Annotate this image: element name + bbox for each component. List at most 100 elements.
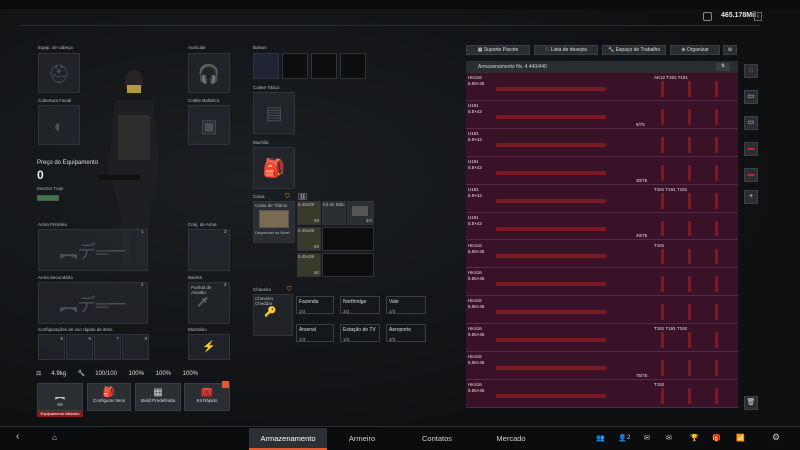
- key-slot-tv-station[interactable]: Estação de TV 1/3: [340, 324, 380, 342]
- showcase-button[interactable]: ⚡: [188, 334, 230, 360]
- trash-button[interactable]: 🗑: [744, 396, 758, 410]
- quick-slot-8[interactable]: 8: [122, 334, 149, 360]
- storage-row[interactable]: U191 5.8×42: [466, 129, 738, 157]
- rifle-icon: [496, 142, 606, 147]
- helmet-slot[interactable]: ⛑: [38, 53, 80, 93]
- bag-icon: 🎒: [102, 387, 116, 398]
- tab-armory[interactable]: Armeiro: [330, 428, 394, 450]
- tab-storage[interactable]: Armazenamento: [249, 428, 327, 450]
- storage-row[interactable]: HK416 5.56×45 AK12 T191 T191: [466, 73, 738, 101]
- keyring-shield-icon: ⛉: [287, 287, 292, 293]
- rifle-icon: [496, 170, 606, 175]
- storage-row[interactable]: U191 5.8×42 40/75: [466, 213, 738, 241]
- pocket-slot-1[interactable]: [253, 53, 279, 79]
- case-empty-slot-2[interactable]: [322, 253, 374, 277]
- back-icon[interactable]: ‹: [16, 431, 19, 442]
- weapon-set-slot[interactable]: [188, 229, 230, 271]
- storage-grid[interactable]: HK416 5.56×45 AK12 T191 T191 U191 5.8×42 9/75…: [466, 73, 738, 408]
- ammo-stack-2[interactable]: 5.45x39 60: [297, 227, 321, 251]
- titanium-case-slot[interactable]: Caixa de Titânio Disponível no Nível: [253, 201, 295, 243]
- backpack-slot[interactable]: 🎒: [253, 147, 295, 189]
- secondary-weapon-slot[interactable]: ︻デ═一: [38, 282, 148, 324]
- show-outfit-toggle[interactable]: [37, 195, 59, 201]
- container-button-1[interactable]: ▭: [744, 90, 758, 104]
- key-slot-northridge[interactable]: Northridge 3/3: [340, 296, 380, 314]
- storage-item-name: HK416: [468, 75, 482, 80]
- rifle-vertical-icon: [661, 360, 664, 377]
- key-slot-fazenda[interactable]: Fazenda 3/3: [296, 296, 334, 314]
- configure-items-button[interactable]: 🎒 Configurar Itens: [87, 383, 131, 411]
- case-image: [259, 210, 289, 228]
- tab-contacts[interactable]: Contatos: [402, 428, 472, 450]
- quick-config-label: Configurações de uso rápido de itens: [38, 327, 113, 332]
- ammo-stack-1[interactable]: 5.45x39 60: [297, 201, 321, 225]
- kit-status-badge: Equipamento faltando: [37, 411, 83, 417]
- key-slot-value: 1/3: [299, 337, 306, 342]
- storage-row[interactable]: HK416 5.56×45 75/75: [466, 352, 738, 381]
- broadcast-icon[interactable]: 📶: [736, 434, 745, 442]
- container-button-2[interactable]: ▭: [744, 116, 758, 130]
- hand-kit-item[interactable]: Kit de Mão: [322, 201, 346, 225]
- storage-row[interactable]: HK416 5.56×45 T191: [466, 241, 738, 269]
- key-slot-name: Fazenda: [299, 299, 319, 305]
- party-icon[interactable]: 👤: [618, 434, 627, 442]
- storage-row[interactable]: HK416 5.56×45: [466, 268, 738, 297]
- earpiece-slot[interactable]: 🎧: [188, 53, 230, 93]
- home-storage-button[interactable]: ⌂: [744, 64, 758, 78]
- support-pack-tab[interactable]: ▦ Suporte Pacote: [466, 45, 530, 55]
- workspace-tab[interactable]: 🔧 Espaço de Trabalho: [602, 45, 666, 55]
- trophy-icon[interactable]: 🏆: [690, 434, 699, 442]
- quick-slot-5[interactable]: 5: [38, 334, 65, 360]
- preset-build-button[interactable]: ▦ Build Predefinida: [135, 383, 181, 411]
- tab-market[interactable]: Mercado: [478, 428, 544, 450]
- wallet-info-icon[interactable]: i: [754, 12, 762, 21]
- rifle-vertical-icon: [661, 388, 664, 404]
- party-count: 2: [627, 435, 631, 441]
- vest-slot[interactable]: ▣: [188, 105, 230, 145]
- container-button-3[interactable]: ▬: [744, 142, 758, 156]
- face-slot[interactable]: ◐: [38, 105, 80, 145]
- pocket-slot-2[interactable]: [282, 53, 308, 79]
- storage-row[interactable]: HK416 5.56×45: [466, 296, 738, 325]
- keyring-slot[interactable]: Chaveiro Cheddar 🔑: [253, 294, 293, 336]
- kit-button[interactable]: ︻ Kit: [37, 383, 83, 411]
- quick-slot-7[interactable]: 7: [94, 334, 121, 360]
- quick-slot-6[interactable]: 6: [66, 334, 93, 360]
- container-button-4[interactable]: ▬: [744, 168, 758, 182]
- key-slot-airport[interactable]: Aeroporto 3/3: [386, 324, 426, 342]
- ammo-count: 9/75: [636, 121, 645, 127]
- storage-row[interactable]: HK416 5.56×45 T192: [466, 380, 738, 408]
- storage-row[interactable]: U191 5.8×42 T191 T191 T191: [466, 185, 738, 213]
- toolbox-item[interactable]: 3/4: [347, 201, 374, 225]
- settings-button[interactable]: ⚙: [723, 45, 737, 55]
- knife-slot-number: 4: [224, 282, 227, 287]
- case-link-button[interactable]: ⛓: [298, 193, 307, 200]
- pocket-slot-4[interactable]: [340, 53, 366, 79]
- primary-weapon-slot[interactable]: ︻デ═一: [38, 229, 148, 271]
- knife-slot[interactable]: Punhal de Assalto 🗡: [188, 282, 230, 324]
- storage-row[interactable]: HK416 5.56×45 T191 T191 T192: [466, 324, 738, 353]
- rifle-vertical-icon: [688, 332, 691, 349]
- gift-icon[interactable]: 🎁: [712, 434, 721, 442]
- mail-icon[interactable]: ✉: [666, 434, 672, 442]
- storage-row[interactable]: U191 5.8×42 9/75: [466, 101, 738, 129]
- add-container-button[interactable]: +: [744, 190, 758, 204]
- ammo-stack-3[interactable]: 5.45x39 60: [297, 253, 321, 277]
- home-icon[interactable]: ⌂: [52, 433, 57, 442]
- storage-row[interactable]: U191 5.8×42 30/75: [466, 157, 738, 185]
- pocket-slot-3[interactable]: [311, 53, 337, 79]
- organize-tab[interactable]: ⊕ Organizar: [670, 45, 720, 55]
- storage-sort-button[interactable]: ⇅: [716, 63, 730, 71]
- key-slot-arsenal[interactable]: Arsenal 1/3: [296, 324, 334, 342]
- friends-icon[interactable]: 👥: [596, 434, 605, 442]
- rifle-vertical-icon: [661, 332, 664, 349]
- storage-item-caliber: 5.56×45: [468, 81, 485, 86]
- wishlist-tab[interactable]: ♡ Lista de desejos: [534, 45, 598, 55]
- key-slot-vale[interactable]: Vale 3/3: [386, 296, 426, 314]
- storage-item-name: U191: [468, 158, 479, 164]
- chat-icon[interactable]: ✉: [644, 434, 650, 442]
- gear-icon[interactable]: ⚙: [772, 432, 780, 443]
- tactical-vest-slot[interactable]: ▤: [253, 92, 295, 134]
- weapon-tag: T192: [654, 382, 665, 388]
- case-empty-slot[interactable]: [322, 227, 374, 251]
